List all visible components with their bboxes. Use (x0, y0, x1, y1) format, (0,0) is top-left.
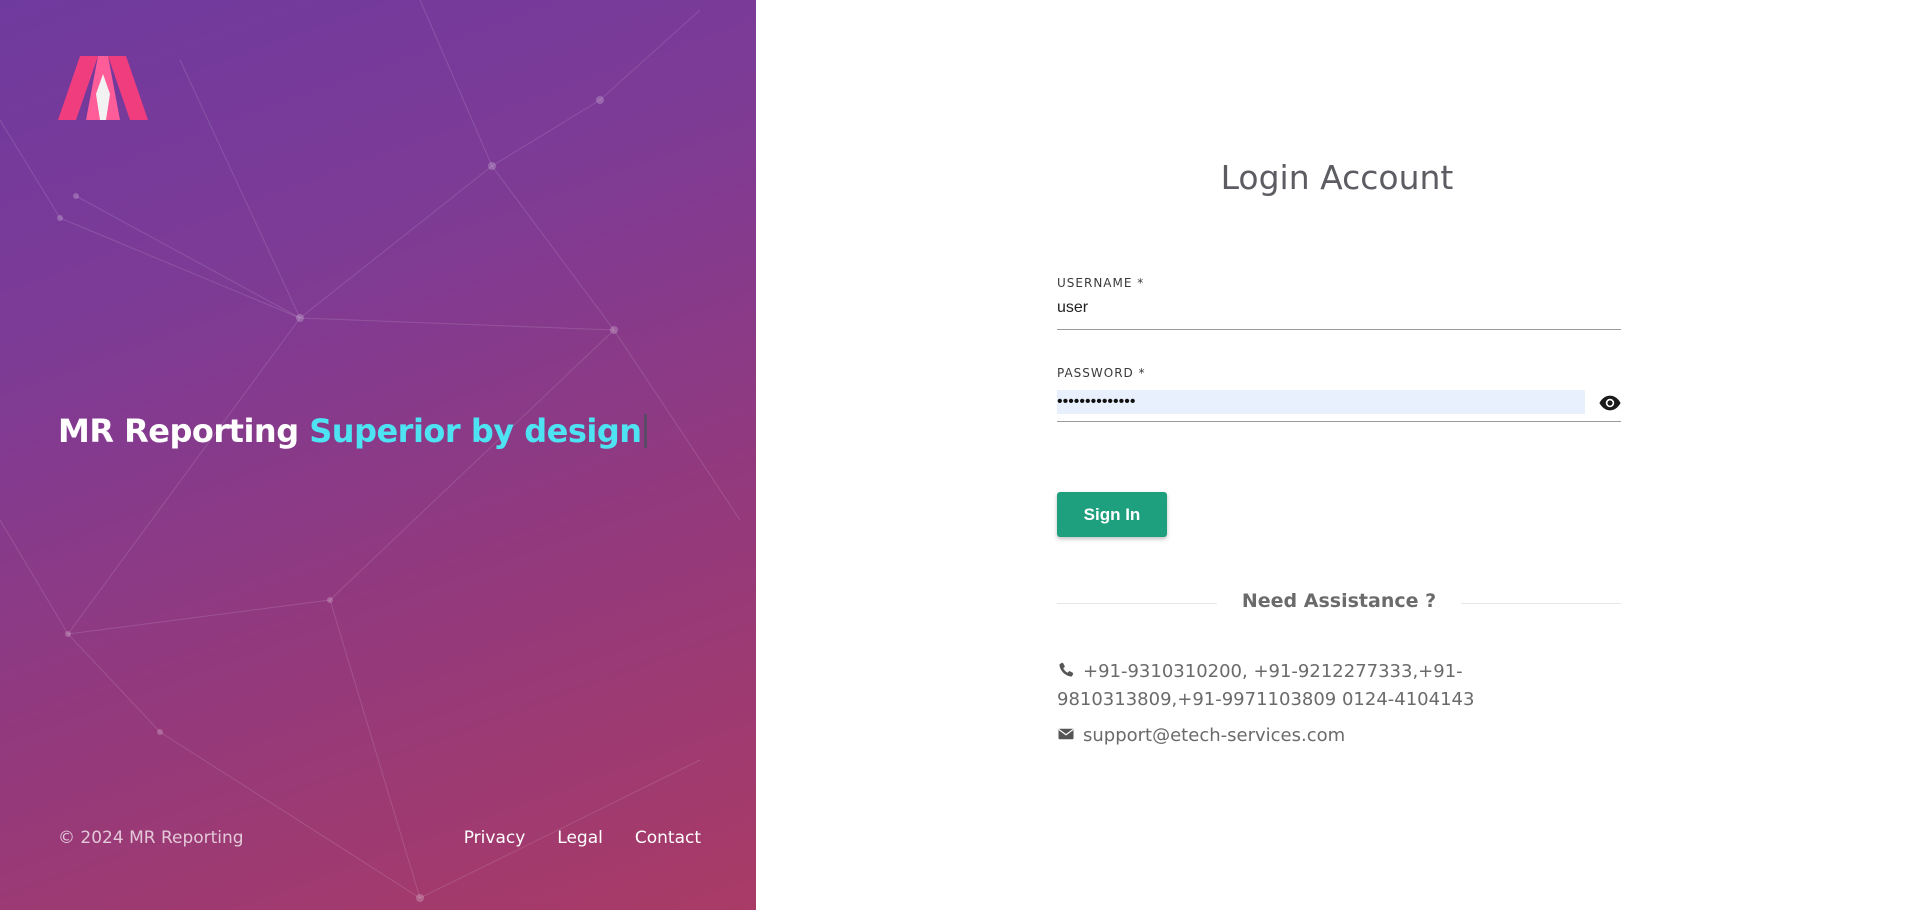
login-page: MR Reporting Superior by design © 2024 M… (0, 0, 1918, 910)
typing-cursor (643, 414, 647, 448)
phone-row: +91-9310310200, +91-9212277333,+91-98103… (1057, 658, 1577, 714)
password-field[interactable] (1057, 390, 1585, 414)
copyright-text: © 2024 MR Reporting (58, 828, 244, 848)
assistance-title: Need Assistance ? (1241, 590, 1437, 612)
phone-icon (1059, 662, 1074, 677)
username-label: USERNAME * (1057, 276, 1145, 290)
support-email[interactable]: support@etech-services.com (1083, 725, 1345, 746)
login-panel: Login Account USERNAME * PASSWORD * Sign… (756, 0, 1918, 910)
tagline-accent: Superior by design (309, 412, 642, 450)
footer-links: Privacy Legal Contact (464, 828, 701, 848)
envelope-icon (1058, 728, 1074, 740)
username-field[interactable] (1057, 294, 1621, 322)
username-field-wrap (1057, 290, 1621, 330)
password-field-wrap (1057, 384, 1621, 422)
contact-info: +91-9310310200, +91-9212277333,+91-98103… (1057, 658, 1577, 750)
email-row: support@etech-services.com (1057, 722, 1577, 750)
legal-link[interactable]: Legal (557, 828, 603, 848)
privacy-link[interactable]: Privacy (464, 828, 526, 848)
phone-numbers: +91-9310310200, +91-9212277333,+91-98103… (1057, 661, 1475, 710)
tagline-main: MR Reporting (58, 412, 299, 450)
eye-icon[interactable] (1599, 394, 1621, 412)
page-title: Login Account (1220, 158, 1454, 197)
assistance-divider: Need Assistance ? (1057, 588, 1621, 618)
network-background (0, 0, 741, 902)
contact-link[interactable]: Contact (635, 828, 701, 848)
mr-logo-icon (58, 56, 148, 120)
divider-line-right (1461, 603, 1621, 604)
sign-in-button[interactable]: Sign In (1057, 492, 1167, 537)
password-label: PASSWORD * (1057, 366, 1146, 380)
brand-tagline: MR Reporting Superior by design (58, 412, 647, 450)
brand-panel: MR Reporting Superior by design © 2024 M… (0, 0, 756, 910)
login-form: USERNAME * PASSWORD * Sign In (1057, 276, 1621, 537)
